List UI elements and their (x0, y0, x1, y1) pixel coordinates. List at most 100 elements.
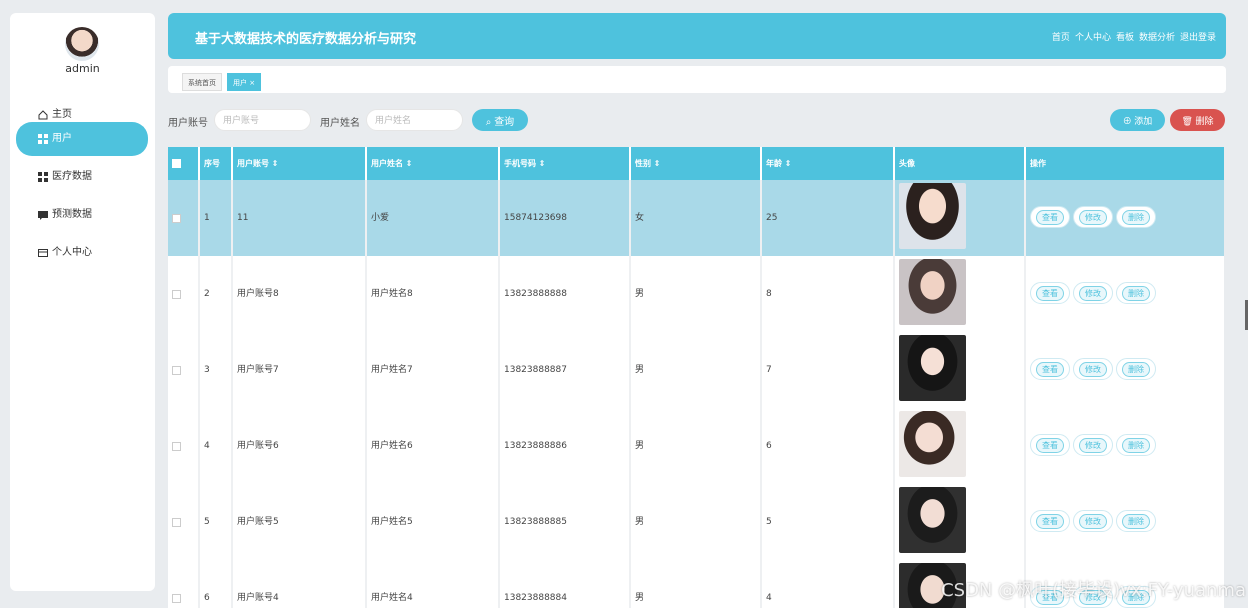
name-search-input[interactable] (366, 109, 463, 131)
tab-users[interactable]: 用户 × (227, 73, 262, 91)
cell-phone: 13823888888 (500, 256, 631, 332)
row-delete-button-label: 删除 (1122, 285, 1150, 301)
cell-index: 5 (200, 484, 233, 560)
edit-button-label: 修改 (1079, 437, 1107, 453)
row-delete-button[interactable]: 删除 (1116, 510, 1156, 532)
account-search-input[interactable] (214, 109, 311, 131)
cell-phone: 13823888885 (500, 484, 631, 560)
cell-index: 3 (200, 332, 233, 408)
sidebar-item-medical-data[interactable]: 医疗数据 (16, 160, 148, 194)
grid-icon (38, 172, 48, 182)
col-avatar: 头像 (895, 147, 1026, 180)
edit-button-label: 修改 (1079, 361, 1107, 377)
row-checkbox[interactable] (172, 518, 181, 527)
view-button[interactable]: 查看 (1030, 206, 1070, 228)
table-row[interactable]: 3 用户账号7 用户姓名7 13823888887 男 7 查看 修改 删除 (168, 332, 1224, 408)
card-icon (38, 249, 48, 257)
view-button[interactable]: 查看 (1030, 510, 1070, 532)
select-all-checkbox[interactable] (172, 159, 181, 168)
table-row[interactable]: 2 用户账号8 用户姓名8 13823888888 男 8 查看 修改 删除 (168, 256, 1224, 332)
col-name[interactable]: 用户姓名 ⇕ (367, 147, 500, 180)
sidebar-item-prediction-data[interactable]: 预测数据 (16, 198, 148, 232)
col-gender[interactable]: 性别 ⇕ (631, 147, 762, 180)
row-checkbox[interactable] (172, 366, 181, 375)
cell-select (168, 256, 200, 332)
table-row[interactable]: 1 11 小爱 15874123698 女 25 查看 修改 删除 (168, 180, 1224, 256)
nav-logout[interactable]: 退出登录 (1180, 30, 1216, 43)
cell-age: 5 (762, 484, 895, 560)
trash-icon: 🗑 (1181, 115, 1196, 126)
nav-personal-center[interactable]: 个人中心 (1075, 30, 1111, 43)
cell-age: 7 (762, 332, 895, 408)
edit-button-label: 修改 (1079, 513, 1107, 529)
row-checkbox[interactable] (172, 214, 181, 223)
add-button[interactable]: ⊕ 添加 (1110, 109, 1165, 131)
edit-button[interactable]: 修改 (1073, 434, 1113, 456)
cell-select (168, 180, 200, 256)
sort-icon[interactable]: ⇕ (785, 159, 792, 168)
cell-phone: 13823888886 (500, 408, 631, 484)
delete-button[interactable]: 🗑 删除 (1170, 109, 1225, 131)
col-age[interactable]: 年龄 ⇕ (762, 147, 895, 180)
avatar-image (899, 259, 966, 325)
col-phone[interactable]: 手机号码 ⇕ (500, 147, 631, 180)
row-actions: 查看 修改 删除 (1030, 434, 1156, 456)
row-delete-button[interactable]: 删除 (1116, 434, 1156, 456)
table-row[interactable]: 4 用户账号6 用户姓名6 13823888886 男 6 查看 修改 删除 (168, 408, 1224, 484)
search-button[interactable]: ⌕ 查询 (472, 109, 528, 131)
tab-system-home[interactable]: 系统首页 (182, 73, 222, 91)
row-checkbox[interactable] (172, 442, 181, 451)
col-phone-label: 手机号码 (504, 159, 536, 168)
cell-gender: 男 (631, 560, 762, 608)
avatar-image (899, 335, 966, 401)
edit-button[interactable]: 修改 (1073, 282, 1113, 304)
sort-icon[interactable]: ⇕ (539, 159, 546, 168)
search-bar: 用户账号 用户姓名 ⌕ 查询 ⊕ 添加 🗑 删除 (168, 109, 1226, 131)
view-button[interactable]: 查看 (1030, 358, 1070, 380)
table-row[interactable]: 5 用户账号5 用户姓名5 13823888885 男 5 查看 修改 删除 (168, 484, 1224, 560)
edit-button[interactable]: 修改 (1073, 510, 1113, 532)
username: admin (65, 62, 100, 75)
sidebar-item-personal-center[interactable]: 个人中心 (16, 236, 148, 270)
col-account[interactable]: 用户账号 ⇕ (233, 147, 367, 180)
avatar[interactable] (65, 27, 99, 61)
delete-button-label: 删除 (1195, 115, 1214, 126)
edit-button[interactable]: 修改 (1073, 206, 1113, 228)
cell-age: 4 (762, 560, 895, 608)
home-icon (38, 110, 48, 120)
users-table: 序号 用户账号 ⇕ 用户姓名 ⇕ 手机号码 ⇕ 性别 ⇕ 年龄 ⇕ 头像 操作 … (168, 147, 1224, 608)
row-checkbox[interactable] (172, 290, 181, 299)
view-button-label: 查看 (1036, 513, 1064, 529)
cell-gender: 男 (631, 484, 762, 560)
cell-index: 6 (200, 560, 233, 608)
view-button[interactable]: 查看 (1030, 434, 1070, 456)
nav-data-analysis[interactable]: 数据分析 (1139, 30, 1175, 43)
edit-button-label: 修改 (1079, 285, 1107, 301)
row-delete-button-label: 删除 (1122, 437, 1150, 453)
top-header: 基于大数据技术的医疗数据分析与研究 首页 个人中心 看板 数据分析 退出登录 (168, 13, 1226, 59)
col-account-label: 用户账号 (237, 159, 269, 168)
sort-icon[interactable]: ⇕ (654, 159, 661, 168)
sort-icon[interactable]: ⇕ (272, 159, 279, 168)
header-select-all[interactable] (168, 147, 200, 180)
cell-account: 用户账号8 (233, 256, 367, 332)
row-delete-button[interactable]: 删除 (1116, 358, 1156, 380)
sidebar-item-label: 个人中心 (52, 247, 92, 258)
avatar-image (899, 411, 966, 477)
view-button[interactable]: 查看 (1030, 282, 1070, 304)
col-age-label: 年龄 (766, 159, 782, 168)
cell-phone: 13823888887 (500, 332, 631, 408)
row-checkbox[interactable] (172, 594, 181, 603)
col-actions: 操作 (1030, 159, 1046, 168)
sidebar-item-users[interactable]: 用户 (16, 122, 148, 156)
cell-account: 用户账号6 (233, 408, 367, 484)
row-delete-button[interactable]: 删除 (1116, 206, 1156, 228)
cell-select (168, 560, 200, 608)
view-button-label: 查看 (1036, 285, 1064, 301)
cell-name: 用户姓名7 (367, 332, 500, 408)
nav-home[interactable]: 首页 (1052, 30, 1070, 43)
row-delete-button[interactable]: 删除 (1116, 282, 1156, 304)
nav-dashboard[interactable]: 看板 (1116, 30, 1134, 43)
edit-button[interactable]: 修改 (1073, 358, 1113, 380)
sort-icon[interactable]: ⇕ (406, 159, 413, 168)
